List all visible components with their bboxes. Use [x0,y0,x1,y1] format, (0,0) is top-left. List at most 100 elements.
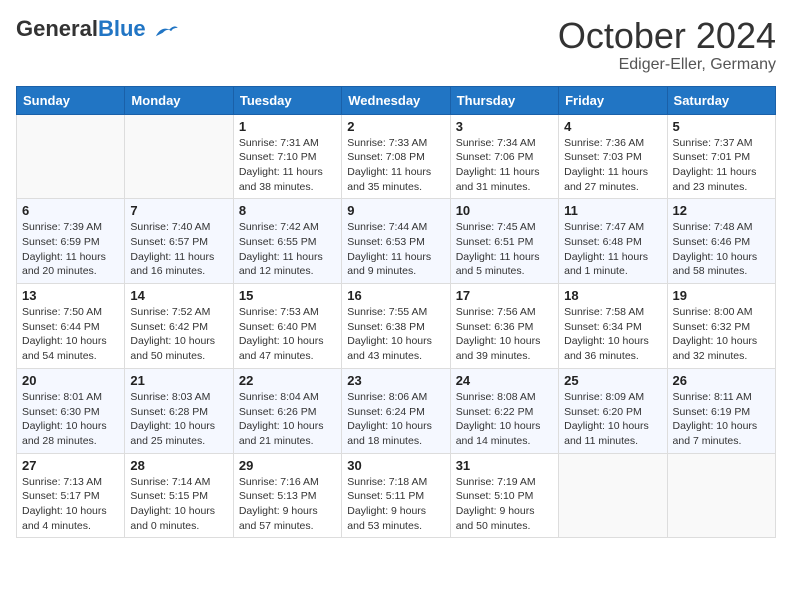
day-info: Sunrise: 7:55 AMSunset: 6:38 PMDaylight:… [347,305,444,364]
day-info: Sunrise: 7:14 AMSunset: 5:15 PMDaylight:… [130,475,227,534]
month-year-title: October 2024 [558,16,776,56]
calendar-cell: 26Sunrise: 8:11 AMSunset: 6:19 PMDayligh… [667,368,775,453]
day-number: 20 [22,373,119,388]
calendar-week-row: 27Sunrise: 7:13 AMSunset: 5:17 PMDayligh… [17,453,776,538]
day-number: 28 [130,458,227,473]
day-number: 7 [130,203,227,218]
weekday-header-saturday: Saturday [667,86,775,114]
logo-general: General [16,16,98,41]
calendar-week-row: 1 Sunrise: 7:31 AMSunset: 7:10 PMDaylight… [17,114,776,199]
calendar-cell: 18 Sunrise: 7:58 AMSunset: 6:34 PMDayligh… [559,284,667,369]
logo-bird-icon [152,21,180,43]
day-info: Sunrise: 7:37 AMSunset: 7:01 PMDaylight:… [673,136,770,195]
weekday-header-tuesday: Tuesday [233,86,341,114]
day-number: 19 [673,288,770,303]
day-number: 24 [456,373,553,388]
calendar-cell: 24 Sunrise: 8:08 AMSunset: 6:22 PMDayligh… [450,368,558,453]
day-info: Sunrise: 7:48 AMSunset: 6:46 PMDaylight:… [673,220,770,279]
day-number: 14 [130,288,227,303]
day-info: Sunrise: 7:53 AMSunset: 6:40 PMDaylight:… [239,305,336,364]
calendar-cell: 30Sunrise: 7:18 AMSunset: 5:11 PMDayligh… [342,453,450,538]
day-info: Sunrise: 7:34 AMSunset: 7:06 PMDaylight:… [456,136,553,195]
weekday-header-monday: Monday [125,86,233,114]
day-number: 5 [673,119,770,134]
day-info: Sunrise: 7:19 AMSunset: 5:10 PMDaylight:… [456,475,553,534]
weekday-header-wednesday: Wednesday [342,86,450,114]
day-info: Sunrise: 7:58 AMSunset: 6:34 PMDaylight:… [564,305,661,364]
weekday-header-friday: Friday [559,86,667,114]
calendar-cell: 4 Sunrise: 7:36 AMSunset: 7:03 PMDaylight… [559,114,667,199]
day-number: 18 [564,288,661,303]
day-info: Sunrise: 7:16 AMSunset: 5:13 PMDaylight:… [239,475,336,534]
calendar-cell [559,453,667,538]
day-number: 30 [347,458,444,473]
calendar-cell: 23 Sunrise: 8:06 AMSunset: 6:24 PMDayligh… [342,368,450,453]
day-number: 16 [347,288,444,303]
calendar-week-row: 20Sunrise: 8:01 AMSunset: 6:30 PMDayligh… [17,368,776,453]
day-number: 1 [239,119,336,134]
day-number: 6 [22,203,119,218]
day-info: Sunrise: 7:44 AMSunset: 6:53 PMDaylight:… [347,220,444,279]
day-info: Sunrise: 7:45 AMSunset: 6:51 PMDaylight:… [456,220,553,279]
day-number: 10 [456,203,553,218]
day-info: Sunrise: 7:56 AMSunset: 6:36 PMDaylight:… [456,305,553,364]
calendar-cell: 8 Sunrise: 7:42 AMSunset: 6:55 PMDaylight… [233,199,341,284]
day-info: Sunrise: 7:33 AMSunset: 7:08 PMDaylight:… [347,136,444,195]
day-info: Sunrise: 7:50 AMSunset: 6:44 PMDaylight:… [22,305,119,364]
calendar-cell: 31 Sunrise: 7:19 AMSunset: 5:10 PMDayligh… [450,453,558,538]
calendar-cell: 20Sunrise: 8:01 AMSunset: 6:30 PMDayligh… [17,368,125,453]
calendar-cell: 6 Sunrise: 7:39 AMSunset: 6:59 PMDaylight… [17,199,125,284]
day-number: 21 [130,373,227,388]
day-number: 31 [456,458,553,473]
day-info: Sunrise: 8:04 AMSunset: 6:26 PMDaylight:… [239,390,336,449]
calendar-cell: 21 Sunrise: 8:03 AMSunset: 6:28 PMDayligh… [125,368,233,453]
day-number: 4 [564,119,661,134]
day-number: 11 [564,203,661,218]
day-number: 25 [564,373,661,388]
day-info: Sunrise: 7:36 AMSunset: 7:03 PMDaylight:… [564,136,661,195]
calendar-cell: 12Sunrise: 7:48 AMSunset: 6:46 PMDayligh… [667,199,775,284]
calendar-cell: 5 Sunrise: 7:37 AMSunset: 7:01 PMDaylight… [667,114,775,199]
calendar-cell: 22Sunrise: 8:04 AMSunset: 6:26 PMDayligh… [233,368,341,453]
day-number: 3 [456,119,553,134]
day-info: Sunrise: 7:47 AMSunset: 6:48 PMDaylight:… [564,220,661,279]
calendar-cell [667,453,775,538]
calendar-cell [17,114,125,199]
calendar-week-row: 6 Sunrise: 7:39 AMSunset: 6:59 PMDaylight… [17,199,776,284]
calendar-cell: 29Sunrise: 7:16 AMSunset: 5:13 PMDayligh… [233,453,341,538]
calendar-cell: 14 Sunrise: 7:52 AMSunset: 6:42 PMDayligh… [125,284,233,369]
calendar-cell: 27Sunrise: 7:13 AMSunset: 5:17 PMDayligh… [17,453,125,538]
day-number: 9 [347,203,444,218]
logo: GeneralBlue [16,16,180,43]
day-info: Sunrise: 8:03 AMSunset: 6:28 PMDaylight:… [130,390,227,449]
day-info: Sunrise: 8:11 AMSunset: 6:19 PMDaylight:… [673,390,770,449]
day-info: Sunrise: 8:00 AMSunset: 6:32 PMDaylight:… [673,305,770,364]
calendar-cell: 1 Sunrise: 7:31 AMSunset: 7:10 PMDaylight… [233,114,341,199]
calendar-cell: 9 Sunrise: 7:44 AMSunset: 6:53 PMDaylight… [342,199,450,284]
calendar-cell: 28 Sunrise: 7:14 AMSunset: 5:15 PMDayligh… [125,453,233,538]
calendar-cell: 17 Sunrise: 7:56 AMSunset: 6:36 PMDayligh… [450,284,558,369]
calendar-cell: 16 Sunrise: 7:55 AMSunset: 6:38 PMDayligh… [342,284,450,369]
day-info: Sunrise: 7:42 AMSunset: 6:55 PMDaylight:… [239,220,336,279]
day-number: 23 [347,373,444,388]
weekday-header-thursday: Thursday [450,86,558,114]
calendar-cell: 3 Sunrise: 7:34 AMSunset: 7:06 PMDaylight… [450,114,558,199]
title-block: October 2024 Ediger-Eller, Germany [558,16,776,74]
page-header: GeneralBlue October 2024 Ediger-Eller, G… [16,16,776,74]
day-info: Sunrise: 8:06 AMSunset: 6:24 PMDaylight:… [347,390,444,449]
calendar-cell: 25 Sunrise: 8:09 AMSunset: 6:20 PMDayligh… [559,368,667,453]
day-info: Sunrise: 8:09 AMSunset: 6:20 PMDaylight:… [564,390,661,449]
day-info: Sunrise: 7:31 AMSunset: 7:10 PMDaylight:… [239,136,336,195]
day-number: 13 [22,288,119,303]
day-number: 15 [239,288,336,303]
day-info: Sunrise: 7:39 AMSunset: 6:59 PMDaylight:… [22,220,119,279]
calendar-cell: 13 Sunrise: 7:50 AMSunset: 6:44 PMDayligh… [17,284,125,369]
calendar-table: SundayMondayTuesdayWednesdayThursdayFrid… [16,86,776,539]
day-number: 17 [456,288,553,303]
calendar-cell: 11 Sunrise: 7:47 AMSunset: 6:48 PMDayligh… [559,199,667,284]
day-info: Sunrise: 8:08 AMSunset: 6:22 PMDaylight:… [456,390,553,449]
weekday-header-sunday: Sunday [17,86,125,114]
location-subtitle: Ediger-Eller, Germany [558,56,776,74]
day-number: 8 [239,203,336,218]
day-info: Sunrise: 7:52 AMSunset: 6:42 PMDaylight:… [130,305,227,364]
